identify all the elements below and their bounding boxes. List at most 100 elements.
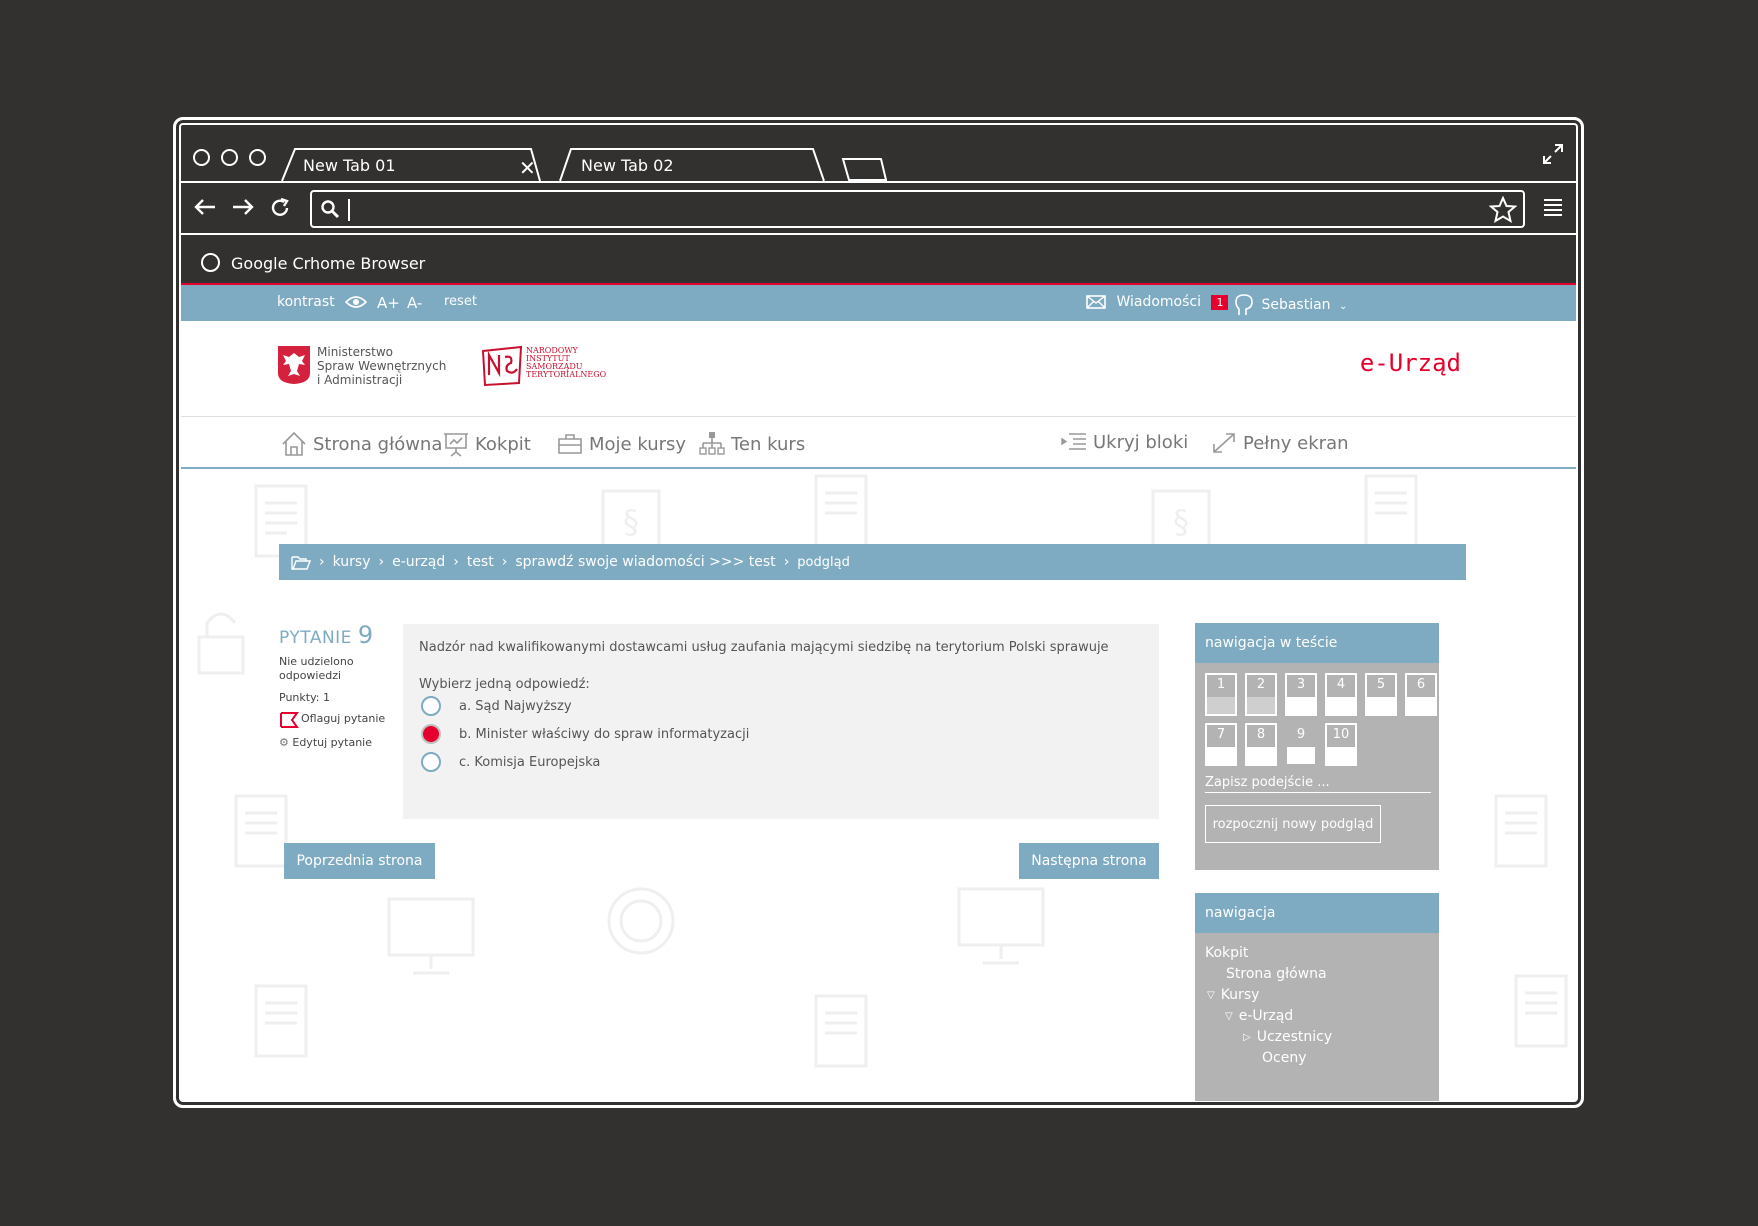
- tree-item-courses[interactable]: ▽ Kursy: [1207, 987, 1259, 1003]
- question-cell[interactable]: 3: [1285, 673, 1317, 716]
- radio-button[interactable]: [421, 696, 441, 716]
- quiz-navigation-title: nawigacja w teście: [1195, 623, 1439, 663]
- tab-1[interactable]: New Tab 01 ✕: [281, 147, 541, 181]
- hamburger-menu-icon[interactable]: [1542, 197, 1564, 217]
- answer-option-a[interactable]: a. Sąd Najwyższy: [419, 692, 1143, 720]
- quiz-navigation-block: nawigacja w teście 1 2 3 4 5 6 7 8 9 10 …: [1195, 623, 1439, 870]
- answer-option-c[interactable]: c. Komisja Europejska: [419, 748, 1143, 776]
- star-bookmark-icon[interactable]: [1489, 196, 1517, 224]
- question-text: Nadzór nad kwalifikowanymi dostawcami us…: [419, 640, 1109, 655]
- fullscreen-label: Pełny ekran: [1243, 432, 1349, 454]
- tree-item-eurzad[interactable]: ▽ e-Urząd: [1225, 1008, 1293, 1024]
- expand-icon[interactable]: [1542, 143, 1564, 165]
- question-cell[interactable]: 2: [1245, 673, 1277, 716]
- page-viewport: kontrast A+ A- reset Wiadomości 1 Sebast…: [181, 283, 1576, 1101]
- cell-answer-state: [1287, 697, 1315, 714]
- breadcrumb-quiz[interactable]: sprawdź swoje wiadomości >>> test: [515, 554, 775, 570]
- polish-eagle-logo[interactable]: [277, 345, 311, 385]
- question-status: Nie udzielono odpowiedzi: [279, 655, 354, 682]
- new-tab-button[interactable]: [841, 147, 887, 181]
- user-menu[interactable]: Sebastian ⌄: [1235, 294, 1347, 316]
- search-icon: [321, 200, 340, 219]
- expand-arrow-icon: [1213, 433, 1235, 453]
- font-decrease-button[interactable]: A-: [407, 294, 422, 312]
- breadcrumb-separator: ›: [783, 554, 790, 570]
- contrast-label: kontrast: [277, 294, 335, 310]
- contrast-toggle[interactable]: kontrast: [277, 294, 368, 310]
- tab-2-label: New Tab 02: [581, 156, 674, 175]
- url-input[interactable]: [310, 190, 1525, 228]
- window-maximize-dot[interactable]: [249, 149, 266, 166]
- hide-blocks-button[interactable]: Ukryj bloki: [1061, 431, 1188, 453]
- new-preview-button[interactable]: rozpocznij nowy podgląd: [1205, 805, 1381, 843]
- answer-label: a. Sąd Najwyższy: [459, 698, 572, 714]
- answer-option-b[interactable]: b. Minister właściwy do spraw informatyz…: [419, 720, 1143, 748]
- nist-logo[interactable]: [479, 343, 525, 389]
- messages-link[interactable]: Wiadomości 1: [1086, 294, 1229, 310]
- monitor-watermark-icon: [957, 887, 1045, 965]
- folder-open-icon[interactable]: [291, 554, 311, 570]
- window-close-dot[interactable]: [193, 149, 210, 166]
- question-points: Punkty: 1: [279, 691, 330, 704]
- tab-2[interactable]: New Tab 02: [559, 147, 825, 181]
- question-cell[interactable]: 7: [1205, 723, 1237, 766]
- back-arrow-icon[interactable]: [193, 197, 217, 217]
- cell-answer-state: [1247, 697, 1275, 714]
- reset-font-button[interactable]: reset: [444, 294, 477, 309]
- tree-label: e-Urząd: [1238, 1008, 1294, 1024]
- question-cell[interactable]: 8: [1245, 723, 1277, 766]
- answer-label: b. Minister właściwy do spraw informatyz…: [459, 726, 750, 742]
- navigation-block: nawigacja Kokpit Strona główna ▽ Kursy ▽…: [1195, 893, 1439, 1101]
- chevron-down-icon: ⌄: [1339, 301, 1348, 312]
- tree-item-participants[interactable]: ▷ Uczestnicy: [1243, 1029, 1332, 1045]
- question-box: Nadzór nad kwalifikowanymi dostawcami us…: [403, 624, 1159, 819]
- user-name: Sebastian: [1261, 297, 1331, 313]
- utility-bar: kontrast A+ A- reset Wiadomości 1 Sebast…: [181, 285, 1576, 321]
- flag-icon: [280, 712, 299, 728]
- eye-icon: [344, 296, 368, 308]
- tree-item-dashboard[interactable]: Kokpit: [1205, 945, 1248, 961]
- nav-this-course[interactable]: Ten kurs: [699, 431, 805, 457]
- question-cell-current[interactable]: 9: [1285, 723, 1317, 766]
- question-cell[interactable]: 6: [1405, 673, 1437, 716]
- flag-question-link[interactable]: Oflaguj pytanie: [279, 712, 389, 728]
- fullscreen-button[interactable]: Pełny ekran: [1211, 431, 1349, 455]
- breadcrumb-courses[interactable]: kursy: [333, 554, 371, 570]
- tab-1-label: New Tab 01: [303, 156, 396, 175]
- radio-button[interactable]: [421, 752, 441, 772]
- nav-home[interactable]: Strona główna: [281, 431, 442, 457]
- main-content: § § › kursy › e-urząd › test › sprawdź s…: [181, 471, 1576, 1101]
- edit-question-link[interactable]: ⚙ Edytuj pytanie: [279, 736, 389, 749]
- question-cell[interactable]: 1: [1205, 673, 1237, 716]
- cell-answer-state: [1327, 747, 1355, 764]
- question-cell[interactable]: 5: [1365, 673, 1397, 716]
- breadcrumb-test[interactable]: test: [467, 554, 494, 570]
- bookmark-item[interactable]: Google Crhome Browser: [231, 254, 425, 273]
- tree-item-grades[interactable]: Oceny: [1262, 1050, 1307, 1066]
- window-minimize-dot[interactable]: [221, 149, 238, 166]
- close-icon[interactable]: ✕: [519, 156, 536, 180]
- save-attempt-link[interactable]: Zapisz podejście ...: [1205, 775, 1431, 793]
- presentation-icon: [444, 433, 468, 457]
- question-cell[interactable]: 4: [1325, 673, 1357, 716]
- font-increase-button[interactable]: A+: [377, 294, 400, 312]
- tree-label: Kokpit: [1205, 945, 1249, 961]
- reload-icon[interactable]: [269, 197, 291, 219]
- radio-button-selected[interactable]: [421, 724, 441, 744]
- question-title-word: PYTANIE: [279, 628, 352, 648]
- answer-label: c. Komisja Europejska: [459, 754, 601, 770]
- breadcrumb-eurzad[interactable]: e-urząd: [392, 554, 445, 570]
- question-cell[interactable]: 10: [1325, 723, 1357, 766]
- nav-my-courses[interactable]: Moje kursy: [557, 431, 686, 457]
- cell-answer-state: [1207, 697, 1235, 714]
- brand-logo[interactable]: e-Urząd: [1360, 349, 1461, 377]
- tree-item-home[interactable]: Strona główna: [1226, 966, 1327, 982]
- nav-dashboard[interactable]: Kokpit: [443, 431, 531, 457]
- tree-label: Strona główna: [1226, 966, 1327, 982]
- forward-arrow-icon[interactable]: [231, 197, 255, 217]
- padlock-watermark-icon: [197, 612, 245, 675]
- previous-page-button[interactable]: Poprzednia strona: [284, 843, 435, 879]
- document-watermark-icon: [814, 994, 868, 1068]
- next-page-button[interactable]: Następna strona: [1019, 843, 1159, 879]
- site-header: Ministerstwo Spraw Wewnętrznych i Admini…: [181, 321, 1576, 417]
